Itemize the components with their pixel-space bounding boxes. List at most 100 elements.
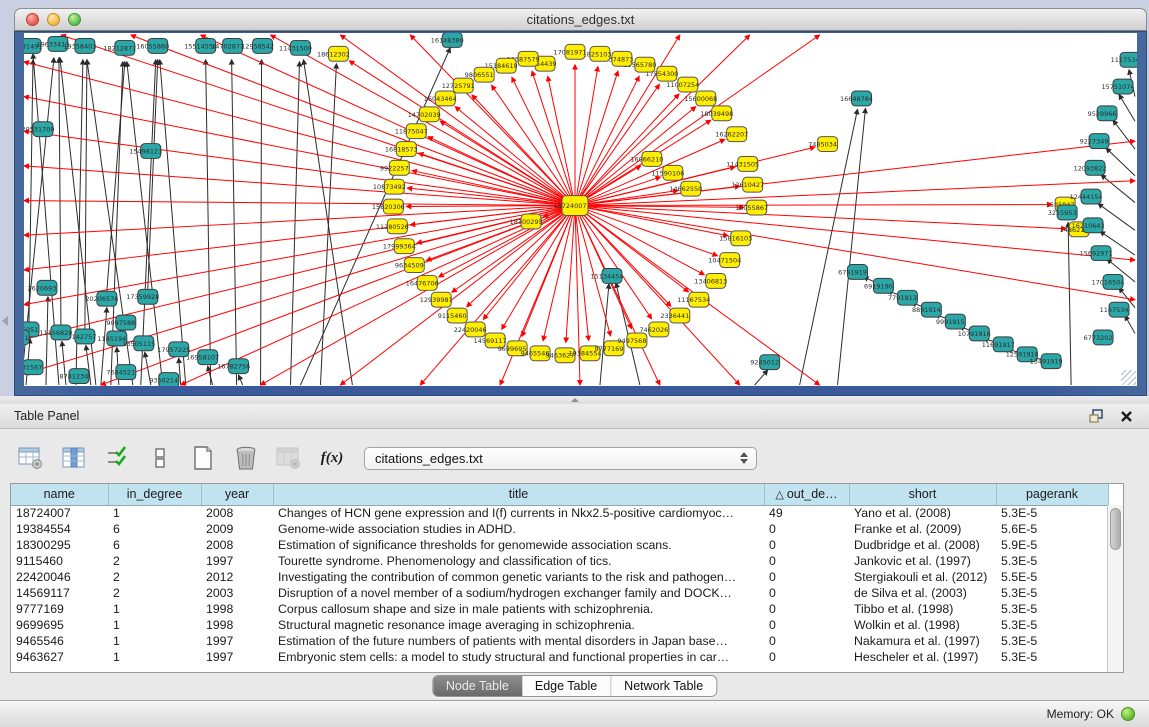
table-cell[interactable]: 1: [108, 649, 201, 665]
table-cell[interactable]: 18724007: [11, 505, 108, 521]
tab-edge-table[interactable]: Edge Table: [522, 676, 610, 696]
close-panel-icon[interactable]: [1120, 410, 1133, 423]
table-cell[interactable]: Corpus callosum shape and size in male p…: [273, 601, 764, 617]
table-row[interactable]: 1872400712008Changes of HCN gene express…: [11, 505, 1108, 521]
table-cell[interactable]: Jankovic et al. (1997): [849, 553, 996, 569]
table-cell[interactable]: 5.3E-5: [996, 553, 1108, 569]
table-mode-button[interactable]: [16, 443, 46, 473]
table-cell[interactable]: Disruption of a novel member of a sodium…: [273, 585, 764, 601]
edge[interactable]: [575, 205, 1052, 206]
table-cell[interactable]: 22420046: [11, 569, 108, 585]
table-cell[interactable]: 9115460: [11, 553, 108, 569]
table-cell[interactable]: 1997: [201, 649, 273, 665]
edge[interactable]: [206, 60, 211, 385]
edge[interactable]: [575, 206, 717, 256]
table-cell[interactable]: 2008: [201, 537, 273, 553]
table-cell[interactable]: Stergiakouli et al. (2012): [849, 569, 996, 585]
table-cell[interactable]: 1: [108, 633, 201, 649]
table-cell[interactable]: Changes of HCN gene expression and I(f) …: [273, 505, 764, 521]
select-all-button[interactable]: [102, 443, 132, 473]
tab-node-table[interactable]: Node Table: [433, 676, 522, 696]
new-column-button[interactable]: [188, 443, 218, 473]
table-cell[interactable]: 19384554: [11, 521, 108, 537]
table-cell[interactable]: 18300295: [11, 537, 108, 553]
table-cell[interactable]: 0: [764, 569, 849, 585]
table-cell[interactable]: 9777169: [11, 601, 108, 617]
edge[interactable]: [575, 71, 618, 205]
window-resize-grip[interactable]: [1121, 370, 1136, 385]
table-cell[interactable]: Genome-wide association studies in ADHD.: [273, 521, 764, 537]
table-header-row[interactable]: namein_degreeyeartitle△out_de…shortpager…: [11, 484, 1108, 505]
table-selector-dropdown[interactable]: citations_edges.txt: [364, 447, 757, 470]
edge[interactable]: [181, 206, 575, 385]
edge[interactable]: [59, 58, 61, 325]
edge[interactable]: [600, 284, 609, 385]
table-row[interactable]: 1938455462009Genome-wide association stu…: [11, 521, 1108, 537]
table-cell[interactable]: 9463627: [11, 649, 108, 665]
table-cell[interactable]: 1: [108, 617, 201, 633]
edge[interactable]: [838, 108, 866, 385]
table-cell[interactable]: 1997: [201, 553, 273, 569]
table-row[interactable]: 2242004622012Investigating the contribut…: [11, 569, 1108, 585]
table-cell[interactable]: 0: [764, 553, 849, 569]
column-header-title[interactable]: title: [273, 484, 764, 505]
table-cell[interactable]: Nakamura et al. (1997): [849, 633, 996, 649]
table-cell[interactable]: 5.3E-5: [996, 617, 1108, 633]
table-cell[interactable]: 2: [108, 569, 201, 585]
edge[interactable]: [24, 62, 575, 206]
table-cell[interactable]: 2008: [201, 505, 273, 521]
edge[interactable]: [46, 297, 48, 385]
table-cell[interactable]: 5.3E-5: [996, 601, 1108, 617]
table-cell[interactable]: 5.3E-5: [996, 633, 1108, 649]
citation-network-graph[interactable]: 1872400716055867126104271143150516262207…: [24, 33, 1137, 386]
edge[interactable]: [575, 206, 1066, 229]
edge[interactable]: [406, 206, 575, 207]
table-cell[interactable]: 0: [764, 649, 849, 665]
table-cell[interactable]: 0: [764, 601, 849, 617]
edge[interactable]: [261, 206, 575, 385]
edge[interactable]: [1068, 222, 1071, 385]
function-builder-button[interactable]: f(x): [317, 443, 347, 473]
table-cell[interactable]: Tibbo et al. (1998): [849, 601, 996, 617]
table-cell[interactable]: Wolkin et al. (1998): [849, 617, 996, 633]
edge[interactable]: [575, 206, 652, 319]
tab-network-table[interactable]: Network Table: [610, 676, 716, 696]
table-cell[interactable]: Franke et al. (2009): [849, 521, 996, 537]
table-row[interactable]: 946554611997Estimation of the future num…: [11, 633, 1108, 649]
edge[interactable]: [575, 206, 1135, 300]
table-cell[interactable]: 0: [764, 585, 849, 601]
edge[interactable]: [160, 60, 186, 385]
left-panel-collapse-icon[interactable]: [2, 316, 8, 326]
table-cell[interactable]: 2: [108, 553, 201, 569]
table-cell[interactable]: 2003: [201, 585, 273, 601]
edge[interactable]: [575, 186, 740, 205]
table-cell[interactable]: Hescheler et al. (1997): [849, 649, 996, 665]
table-cell[interactable]: 2: [108, 585, 201, 601]
column-header-in_degree[interactable]: in_degree: [108, 484, 201, 505]
table-row[interactable]: 911546021997Tourette syndrome. Phenomeno…: [11, 553, 1108, 569]
table-cell[interactable]: Structural magnetic resonance image aver…: [273, 617, 764, 633]
table-cell[interactable]: 5.3E-5: [996, 649, 1108, 665]
table-cell[interactable]: 5.3E-5: [996, 505, 1108, 521]
splitter-collapse-icon[interactable]: [571, 398, 579, 402]
table-row[interactable]: 977716911998Corpus callosum shape and si…: [11, 601, 1108, 617]
table-cell[interactable]: 5.5E-5: [996, 569, 1108, 585]
edge[interactable]: [1119, 94, 1135, 121]
table-cell[interactable]: 1998: [201, 617, 273, 633]
table-cell[interactable]: Estimation of significance thresholds fo…: [273, 537, 764, 553]
table-cell[interactable]: Embryonic stem cells: a model to study s…: [273, 649, 764, 665]
table-cell[interactable]: 1: [108, 505, 201, 521]
edge[interactable]: [85, 60, 87, 329]
edge[interactable]: [755, 370, 768, 385]
table-cell[interactable]: Tourette syndrome. Phenomenology and cla…: [273, 553, 764, 569]
table-row[interactable]: 1456911722003Disruption of a novel membe…: [11, 585, 1108, 601]
table-cell[interactable]: 6: [108, 521, 201, 537]
column-header-short[interactable]: short: [849, 484, 996, 505]
table-cell[interactable]: 0: [764, 521, 849, 537]
table-cell[interactable]: 6: [108, 537, 201, 553]
table-cell[interactable]: 1998: [201, 601, 273, 617]
edge[interactable]: [239, 375, 243, 385]
table-cell[interactable]: 0: [764, 537, 849, 553]
table-cell[interactable]: 1997: [201, 633, 273, 649]
table-vertical-scrollbar[interactable]: [1107, 505, 1123, 672]
